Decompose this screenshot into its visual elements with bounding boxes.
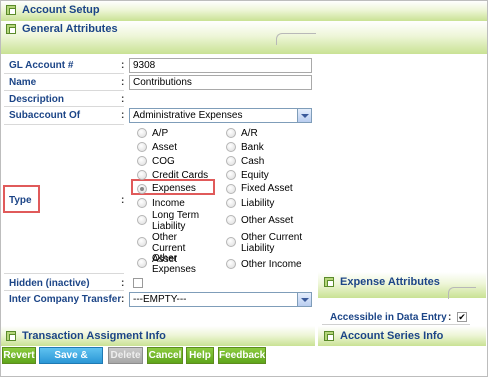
radio-cash[interactable]	[226, 156, 236, 166]
colon: :	[121, 60, 125, 71]
name-label: Name	[9, 77, 37, 88]
tab-notch	[276, 33, 316, 45]
tab-notch	[448, 287, 476, 299]
inter-company-value: ---EMPTY---	[133, 294, 187, 305]
radio-label: A/R	[241, 128, 258, 139]
radio-label: Other Income	[241, 259, 302, 270]
inter-company-select[interactable]: ---EMPTY---	[129, 292, 312, 307]
row-separator	[4, 273, 124, 274]
accessible-label: Accessible in Data Entry	[330, 312, 447, 323]
radio-other-current-liability[interactable]	[226, 237, 236, 247]
radio-cog[interactable]	[137, 156, 147, 166]
expense-attributes-header: Expense Attributes	[324, 276, 440, 288]
radio-label: Other Current Liability	[241, 232, 303, 254]
delete-button[interactable]: Delete	[108, 347, 143, 364]
radio-other-expenses[interactable]	[137, 258, 147, 268]
colon: :	[121, 94, 125, 105]
radio-label: Equity	[241, 170, 269, 181]
page-title: Account Setup	[22, 4, 100, 16]
collapse-icon[interactable]	[324, 277, 334, 287]
save-close-button[interactable]: Save & Close	[39, 347, 103, 376]
radio-bank[interactable]	[226, 142, 236, 152]
radio-ap[interactable]	[137, 128, 147, 138]
row-separator	[4, 106, 124, 107]
radio-label: Other Expenses	[152, 253, 196, 275]
row-separator	[4, 73, 124, 74]
collapse-icon[interactable]	[6, 5, 16, 15]
subaccount-value: Administrative Expenses	[133, 110, 243, 121]
hidden-label: Hidden (inactive)	[9, 278, 90, 289]
radio-long-term-liability[interactable]	[137, 215, 147, 225]
radio-label: Liability	[241, 198, 275, 209]
colon: :	[121, 294, 125, 305]
radio-label: Income	[152, 198, 185, 209]
accessible-checkbox[interactable]: ✔	[457, 312, 467, 322]
row-separator	[4, 90, 124, 91]
radio-label: Expenses	[152, 183, 196, 194]
collapse-icon[interactable]	[6, 24, 16, 34]
type-label: Type	[9, 195, 32, 206]
cancel-button[interactable]: Cancel	[147, 347, 183, 364]
colon: :	[121, 77, 125, 88]
radio-label: Fixed Asset	[241, 183, 293, 194]
radio-ar[interactable]	[226, 128, 236, 138]
account-setup-header: Account Setup	[6, 4, 100, 16]
help-button[interactable]: Help	[186, 347, 214, 364]
row-separator	[4, 290, 124, 291]
feedback-button[interactable]: Feedback	[218, 347, 266, 364]
subaccount-select[interactable]: Administrative Expenses	[129, 108, 312, 123]
colon: :	[121, 110, 125, 121]
radio-label: A/P	[152, 128, 169, 139]
gl-account-field[interactable]: 9308	[129, 58, 312, 73]
radio-other-asset[interactable]	[226, 215, 236, 225]
section-title-transaction: Transaction Assigment Info	[22, 330, 166, 342]
radio-label: Bank	[241, 142, 264, 153]
inter-company-label: Inter Company Transfer	[9, 294, 122, 305]
transaction-header: Transaction Assigment Info	[6, 330, 166, 342]
general-attributes-header: General Attributes	[6, 23, 118, 35]
section-title-expense: Expense Attributes	[340, 276, 440, 288]
colon: :	[448, 312, 452, 323]
radio-asset[interactable]	[137, 142, 147, 152]
description-label: Description	[9, 94, 65, 105]
radio-expenses[interactable]	[137, 184, 147, 194]
row-separator	[4, 124, 124, 125]
colon: :	[121, 195, 125, 206]
radio-liability[interactable]	[226, 198, 236, 208]
section-title-series: Account Series Info	[340, 330, 444, 342]
colon: :	[121, 278, 125, 289]
radio-credit-cards[interactable]	[137, 170, 147, 180]
radio-fixed-asset[interactable]	[226, 184, 236, 194]
gl-account-label: GL Account #	[9, 60, 74, 71]
radio-equity[interactable]	[226, 170, 236, 180]
collapse-icon[interactable]	[324, 331, 334, 341]
radio-income[interactable]	[137, 198, 147, 208]
chevron-down-icon[interactable]	[297, 293, 311, 306]
row-separator	[322, 324, 470, 325]
radio-label: Credit Cards	[152, 170, 209, 181]
name-field[interactable]: Contributions	[129, 75, 312, 90]
subaccount-label: Subaccount Of	[9, 110, 81, 121]
radio-label: Asset	[152, 142, 178, 153]
radio-label: Other Asset	[241, 215, 294, 226]
chevron-down-icon[interactable]	[297, 109, 311, 122]
radio-label: COG	[152, 156, 175, 167]
account-series-header: Account Series Info	[324, 330, 443, 342]
collapse-icon[interactable]	[6, 331, 16, 341]
radio-label: Long Term Liability	[152, 210, 200, 232]
radio-label: Cash	[241, 156, 265, 167]
hidden-checkbox[interactable]	[133, 278, 143, 288]
revert-button[interactable]: Revert	[2, 347, 36, 364]
radio-other-current-asset[interactable]	[137, 237, 147, 247]
radio-other-income[interactable]	[226, 259, 236, 269]
section-title-general: General Attributes	[22, 23, 118, 35]
